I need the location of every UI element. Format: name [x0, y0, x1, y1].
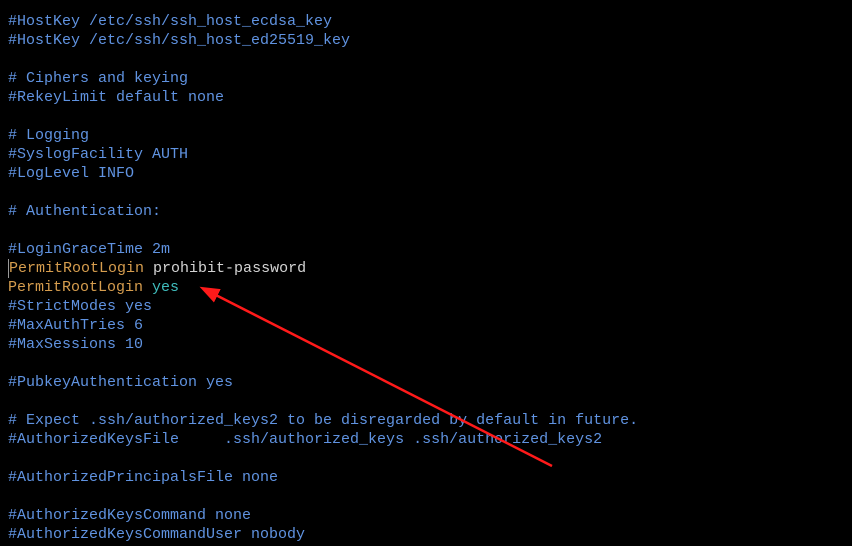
- config-line-permitrootlogin-active: PermitRootLogin yes: [8, 278, 844, 297]
- config-line: #StrictModes yes: [8, 297, 844, 316]
- config-line: #SyslogFacility AUTH: [8, 145, 844, 164]
- directive-value: prohibit-password: [153, 260, 306, 277]
- config-line: #MaxAuthTries 6: [8, 316, 844, 335]
- blank-line: [8, 392, 844, 411]
- space: [143, 279, 152, 296]
- config-line: #RekeyLimit default none: [8, 88, 844, 107]
- config-line: #LogLevel INFO: [8, 164, 844, 183]
- blank-line: [8, 107, 844, 126]
- blank-line: [8, 221, 844, 240]
- editor-viewport[interactable]: #HostKey /etc/ssh/ssh_host_ecdsa_key #Ho…: [8, 12, 844, 544]
- config-line: #AuthorizedPrincipalsFile none: [8, 468, 844, 487]
- config-line: # Authentication:: [8, 202, 844, 221]
- blank-line: [8, 449, 844, 468]
- blank-line: [8, 50, 844, 69]
- config-line: # Expect .ssh/authorized_keys2 to be dis…: [8, 411, 844, 430]
- directive-name: PermitRootLogin: [9, 260, 144, 277]
- space: [144, 260, 153, 277]
- config-line: #AuthorizedKeysCommandUser nobody: [8, 525, 844, 544]
- directive-name: PermitRootLogin: [8, 279, 143, 296]
- config-line: #HostKey /etc/ssh/ssh_host_ed25519_key: [8, 31, 844, 50]
- config-line: #PubkeyAuthentication yes: [8, 373, 844, 392]
- config-line: #LoginGraceTime 2m: [8, 240, 844, 259]
- blank-line: [8, 354, 844, 373]
- config-line: #MaxSessions 10: [8, 335, 844, 354]
- directive-value: yes: [152, 279, 179, 296]
- config-line: #AuthorizedKeysFile .ssh/authorized_keys…: [8, 430, 844, 449]
- blank-line: [8, 487, 844, 506]
- config-line-permitrootlogin-commented: ​PermitRootLogin prohibit-password: [8, 259, 844, 278]
- config-line: #AuthorizedKeysCommand none: [8, 506, 844, 525]
- config-line: # Logging: [8, 126, 844, 145]
- config-line: #HostKey /etc/ssh/ssh_host_ecdsa_key: [8, 12, 844, 31]
- config-line: # Ciphers and keying: [8, 69, 844, 88]
- blank-line: [8, 183, 844, 202]
